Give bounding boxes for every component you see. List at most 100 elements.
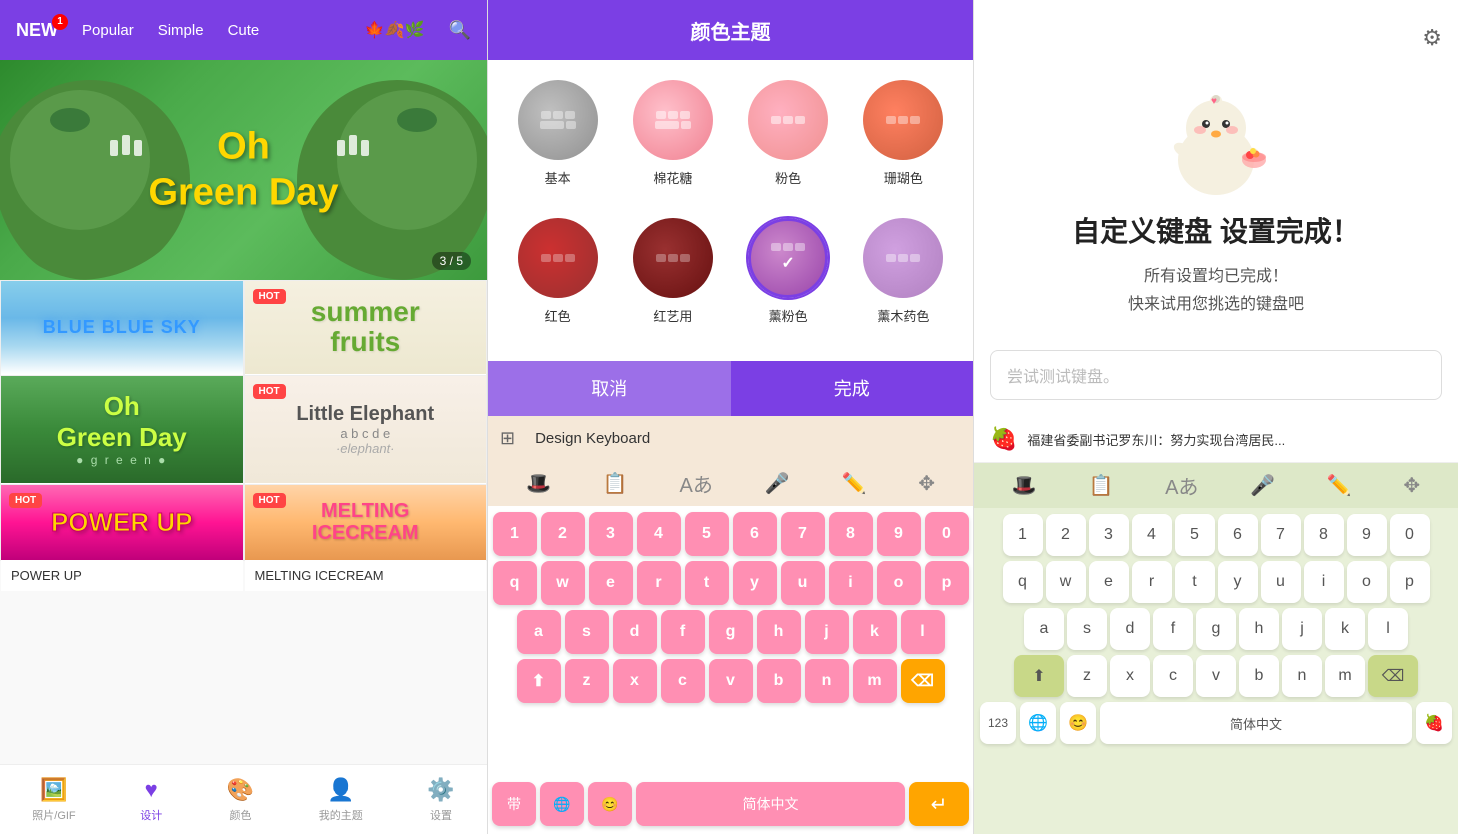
theme-item-cotton[interactable]: 棉花糖 bbox=[623, 80, 722, 202]
test-input[interactable]: 尝试测试键盘。 bbox=[990, 350, 1442, 400]
key-123[interactable]: 带 bbox=[492, 782, 536, 826]
key-l[interactable]: l bbox=[901, 610, 945, 654]
sidebar-item-settings[interactable]: ⚙️ 设置 bbox=[427, 777, 454, 823]
key-8[interactable]: 8 bbox=[829, 512, 873, 556]
gkey-k[interactable]: k bbox=[1325, 608, 1365, 650]
key-e[interactable]: e bbox=[589, 561, 633, 605]
gkey-b[interactable]: b bbox=[1239, 655, 1279, 697]
gkey-l[interactable]: l bbox=[1368, 608, 1408, 650]
key-b[interactable]: b bbox=[757, 659, 801, 703]
list-item[interactable]: HOT summerfruits summer fruits ⬇ 54809 bbox=[244, 280, 488, 375]
gkey-space[interactable]: 简体中文 bbox=[1100, 702, 1412, 744]
gkey-g[interactable]: g bbox=[1196, 608, 1236, 650]
key-emoji[interactable]: 😊 bbox=[588, 782, 632, 826]
key-w[interactable]: w bbox=[541, 561, 585, 605]
list-item[interactable]: HOT MELTINGICECREAM MELTING ICECREAM bbox=[244, 484, 488, 561]
key-4[interactable]: 4 bbox=[637, 512, 681, 556]
key-shift[interactable]: ⬆ bbox=[517, 659, 561, 703]
green-translate-icon[interactable]: Aあ bbox=[1165, 471, 1198, 500]
search-icon[interactable]: 🔍 bbox=[449, 20, 471, 41]
key-j[interactable]: j bbox=[805, 610, 849, 654]
gkey-i[interactable]: i bbox=[1304, 561, 1344, 603]
gkey-4[interactable]: 4 bbox=[1132, 514, 1172, 556]
key-5[interactable]: 5 bbox=[685, 512, 729, 556]
keyboard-translate-icon[interactable]: Aあ bbox=[680, 469, 713, 498]
sidebar-item-mytheme[interactable]: 👤 我的主题 bbox=[319, 777, 363, 823]
gkey-q[interactable]: q bbox=[1003, 561, 1043, 603]
key-7[interactable]: 7 bbox=[781, 512, 825, 556]
gkey-f[interactable]: f bbox=[1153, 608, 1193, 650]
green-pencil-icon[interactable]: ✏️ bbox=[1327, 473, 1352, 498]
nav-simple[interactable]: Simple bbox=[158, 22, 204, 39]
theme-item-lavpink[interactable]: ✓ 薰粉色 bbox=[739, 218, 838, 340]
gkey-r[interactable]: r bbox=[1132, 561, 1172, 603]
gkey-s[interactable]: s bbox=[1067, 608, 1107, 650]
key-a[interactable]: a bbox=[517, 610, 561, 654]
cancel-button[interactable]: 取消 bbox=[488, 361, 731, 416]
key-d[interactable]: d bbox=[613, 610, 657, 654]
key-9[interactable]: 9 bbox=[877, 512, 921, 556]
done-button[interactable]: 完成 bbox=[731, 361, 974, 416]
grid-icon[interactable]: ⊞ bbox=[500, 428, 515, 449]
gkey-globe[interactable]: 🌐 bbox=[1020, 702, 1056, 744]
gkey-9[interactable]: 9 bbox=[1347, 514, 1387, 556]
gkey-o[interactable]: o bbox=[1347, 561, 1387, 603]
key-y[interactable]: y bbox=[733, 561, 777, 605]
gkey-7[interactable]: 7 bbox=[1261, 514, 1301, 556]
key-v[interactable]: v bbox=[709, 659, 753, 703]
key-p[interactable]: p bbox=[925, 561, 969, 605]
key-n[interactable]: n bbox=[805, 659, 849, 703]
theme-item-red[interactable]: 红色 bbox=[508, 218, 607, 340]
list-item[interactable]: HOT POWER UP POWER UP bbox=[0, 484, 244, 561]
sidebar-item-photos[interactable]: 🖼️ 照片/GIF bbox=[32, 777, 75, 823]
gkey-5[interactable]: 5 bbox=[1175, 514, 1215, 556]
theme-item-lavender[interactable]: 薰木药色 bbox=[854, 218, 953, 340]
gkey-emoji[interactable]: 😊 bbox=[1060, 702, 1096, 744]
key-m[interactable]: m bbox=[853, 659, 897, 703]
theme-item-redart[interactable]: 红艺用 bbox=[623, 218, 722, 340]
keyboard-mic-icon[interactable]: 🎤 bbox=[765, 471, 790, 496]
key-0[interactable]: 0 bbox=[925, 512, 969, 556]
key-return[interactable]: ↵ bbox=[909, 782, 969, 826]
green-hat-icon[interactable]: 🎩 bbox=[1012, 473, 1037, 498]
key-x[interactable]: x bbox=[613, 659, 657, 703]
gkey-x[interactable]: x bbox=[1110, 655, 1150, 697]
hero-banner[interactable]: Oh Green Day 3 / 5 bbox=[0, 60, 487, 280]
keyboard-memo-icon[interactable]: 📋 bbox=[603, 471, 628, 496]
gkey-y[interactable]: y bbox=[1218, 561, 1258, 603]
gkey-6[interactable]: 6 bbox=[1218, 514, 1258, 556]
sidebar-item-color[interactable]: 🎨 颜色 bbox=[227, 777, 254, 823]
key-t[interactable]: t bbox=[685, 561, 729, 605]
key-f[interactable]: f bbox=[661, 610, 705, 654]
nav-cute[interactable]: Cute bbox=[228, 22, 260, 39]
nav-new-button[interactable]: NEW 1 bbox=[16, 20, 58, 41]
gkey-p[interactable]: p bbox=[1390, 561, 1430, 603]
key-c[interactable]: c bbox=[661, 659, 705, 703]
theme-item-coral[interactable]: 珊瑚色 bbox=[854, 80, 953, 202]
keyboard-pencil-icon[interactable]: ✏️ bbox=[842, 471, 867, 496]
key-i[interactable]: i bbox=[829, 561, 873, 605]
key-r[interactable]: r bbox=[637, 561, 681, 605]
gkey-123[interactable]: 123 bbox=[980, 702, 1016, 744]
keyboard-move-icon[interactable]: ✥ bbox=[918, 471, 935, 496]
gkey-c[interactable]: c bbox=[1153, 655, 1193, 697]
green-mic-icon[interactable]: 🎤 bbox=[1250, 473, 1275, 498]
key-delete[interactable]: ⌫ bbox=[901, 659, 945, 703]
key-h[interactable]: h bbox=[757, 610, 801, 654]
key-1[interactable]: 1 bbox=[493, 512, 537, 556]
key-u[interactable]: u bbox=[781, 561, 825, 605]
gkey-m[interactable]: m bbox=[1325, 655, 1365, 697]
gkey-t[interactable]: t bbox=[1175, 561, 1215, 603]
gkey-h[interactable]: h bbox=[1239, 608, 1279, 650]
key-o[interactable]: o bbox=[877, 561, 921, 605]
key-z[interactable]: z bbox=[565, 659, 609, 703]
gkey-a[interactable]: a bbox=[1024, 608, 1064, 650]
gkey-delete[interactable]: ⌫ bbox=[1368, 655, 1418, 697]
gkey-n[interactable]: n bbox=[1282, 655, 1322, 697]
gkey-v[interactable]: v bbox=[1196, 655, 1236, 697]
gear-icon[interactable]: ⚙ bbox=[1422, 25, 1442, 51]
green-move-icon[interactable]: ✥ bbox=[1403, 473, 1420, 498]
gkey-e[interactable]: e bbox=[1089, 561, 1129, 603]
key-globe[interactable]: 🌐 bbox=[540, 782, 584, 826]
key-g[interactable]: g bbox=[709, 610, 753, 654]
